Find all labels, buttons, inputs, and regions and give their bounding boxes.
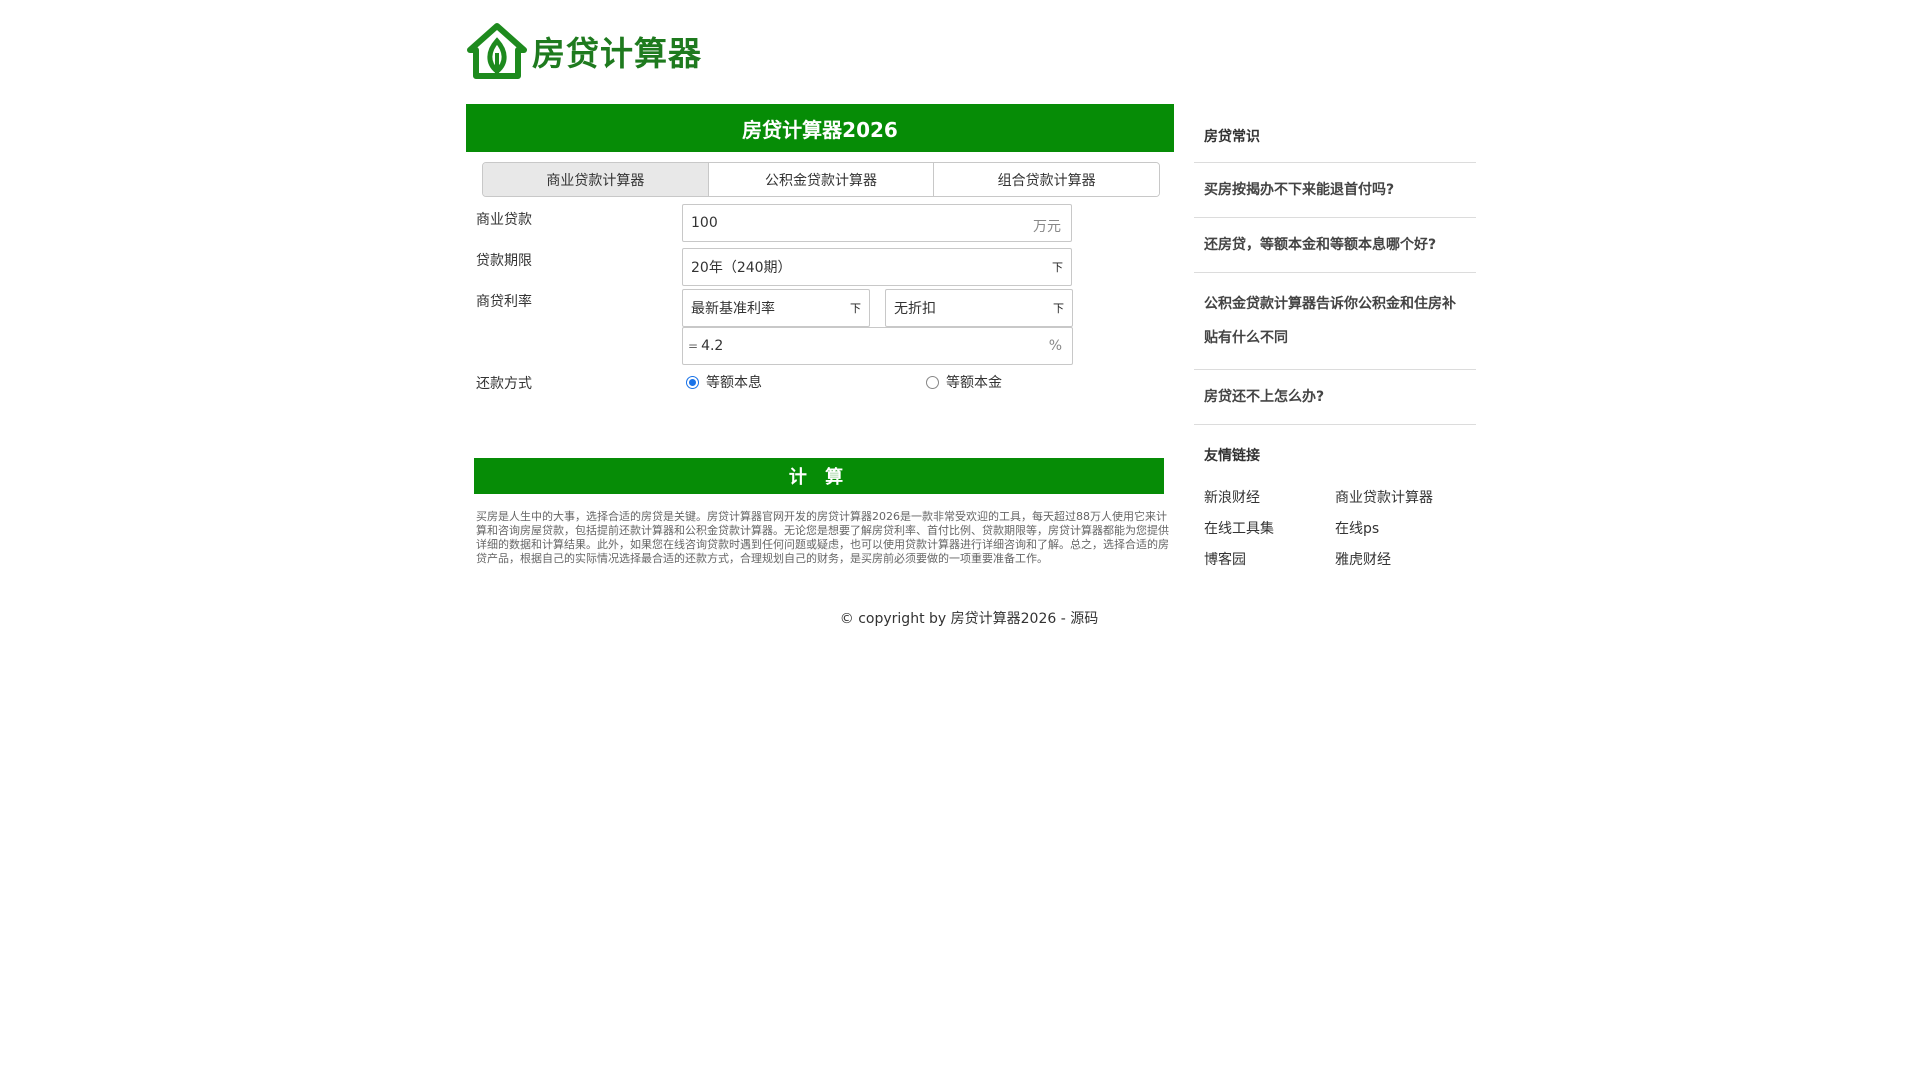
sidebar-title: 房贷常识 xyxy=(1204,129,1260,145)
intro-description: 买房是人生中的大事，选择合适的房贷是关键。房贷计算器官网开发的房贷计算器2026… xyxy=(476,510,1169,565)
footer-copyright: © copyright by 房贷计算器2026 - 源码 xyxy=(839,611,1099,627)
article-link[interactable]: 买房按揭办不下来能退首付吗? xyxy=(1194,163,1476,218)
dropdown-arrow-icon: 下 xyxy=(1053,302,1064,315)
friend-link[interactable]: 商业贷款计算器 xyxy=(1335,487,1466,507)
repay-option-equal-principal-label: 等额本金 xyxy=(946,375,1002,391)
article-link[interactable]: 公积金贷款计算器告诉你公积金和住房补贴有什么不同 xyxy=(1194,273,1476,370)
radio-checked-icon xyxy=(686,375,699,389)
calculator-panel: 房贷计算器2026 商业贷款计算器 公积金贷款计算器 组合贷款计算器 商业贷款 … xyxy=(466,104,1174,565)
loan-amount-value: 100 xyxy=(691,215,718,231)
friend-link[interactable]: 新浪财经 xyxy=(1204,487,1335,507)
friend-link[interactable]: 博客园 xyxy=(1204,549,1335,569)
loan-term-value: 20年（240期） xyxy=(691,260,792,276)
repay-option-equal-installment[interactable]: 等额本息 xyxy=(686,372,762,392)
repay-option-equal-principal[interactable]: 等额本金 xyxy=(926,372,1002,392)
loan-amount-label: 商业贷款 xyxy=(476,212,532,228)
logo-text: 房贷计算器 xyxy=(532,34,702,73)
base-rate-value: 最新基准利率 xyxy=(691,301,775,317)
rate-input[interactable]: = 4.2 % xyxy=(682,327,1073,365)
loan-term-select[interactable]: 20年（240期） 下 xyxy=(682,248,1072,286)
friend-link[interactable]: 在线ps xyxy=(1335,518,1466,538)
repay-method-label: 还款方式 xyxy=(476,376,532,392)
rate-equals-sign: = xyxy=(688,339,699,353)
dropdown-arrow-icon: 下 xyxy=(1052,261,1063,274)
friend-link[interactable]: 雅虎财经 xyxy=(1335,549,1466,569)
loan-amount-unit: 万元 xyxy=(1033,219,1061,235)
rate-discount-select[interactable]: 无折扣 下 xyxy=(885,289,1073,327)
calculate-button[interactable]: 计 算 xyxy=(474,458,1164,494)
page: 房贷计算器 房贷计算器2026 商业贷款计算器 公积金贷款计算器 组合贷款计算器… xyxy=(0,0,1920,1080)
loan-term-label: 贷款期限 xyxy=(476,253,532,269)
radio-unchecked-icon xyxy=(926,375,939,389)
article-link[interactable]: 房贷还不上怎么办? xyxy=(1194,370,1476,425)
calculator-title: 房贷计算器2026 xyxy=(466,104,1174,152)
friend-links: 新浪财经 商业贷款计算器 在线工具集 在线ps 博客园 雅虎财经 xyxy=(1194,483,1476,573)
site-logo[interactable]: 房贷计算器 xyxy=(466,22,702,80)
article-link[interactable]: 还房贷，等额本金和等额本息哪个好? xyxy=(1194,218,1476,273)
dropdown-arrow-icon: 下 xyxy=(850,302,861,315)
tab-combined-loan[interactable]: 组合贷款计算器 xyxy=(934,163,1159,196)
repay-option-equal-installment-label: 等额本息 xyxy=(706,375,762,391)
rate-label: 商贷利率 xyxy=(476,294,532,310)
house-leaf-icon xyxy=(467,23,527,79)
loan-amount-input[interactable]: 100 万元 xyxy=(682,204,1072,242)
article-list: 买房按揭办不下来能退首付吗? 还房贷，等额本金和等额本息哪个好? 公积金贷款计算… xyxy=(1194,162,1476,425)
tab-commercial-loan[interactable]: 商业贷款计算器 xyxy=(483,163,709,196)
calculator-tabs: 商业贷款计算器 公积金贷款计算器 组合贷款计算器 xyxy=(482,162,1160,197)
friend-links-title: 友情链接 xyxy=(1204,448,1260,464)
tab-provident-fund-loan[interactable]: 公积金贷款计算器 xyxy=(708,163,935,196)
rate-unit: % xyxy=(1048,338,1062,354)
rate-discount-value: 无折扣 xyxy=(894,301,936,317)
base-rate-select[interactable]: 最新基准利率 下 xyxy=(682,289,870,327)
friend-link[interactable]: 在线工具集 xyxy=(1204,518,1335,538)
sidebar: 房贷常识 买房按揭办不下来能退首付吗? 还房贷，等额本金和等额本息哪个好? 公积… xyxy=(1194,114,1476,573)
rate-value: 4.2 xyxy=(701,338,724,354)
